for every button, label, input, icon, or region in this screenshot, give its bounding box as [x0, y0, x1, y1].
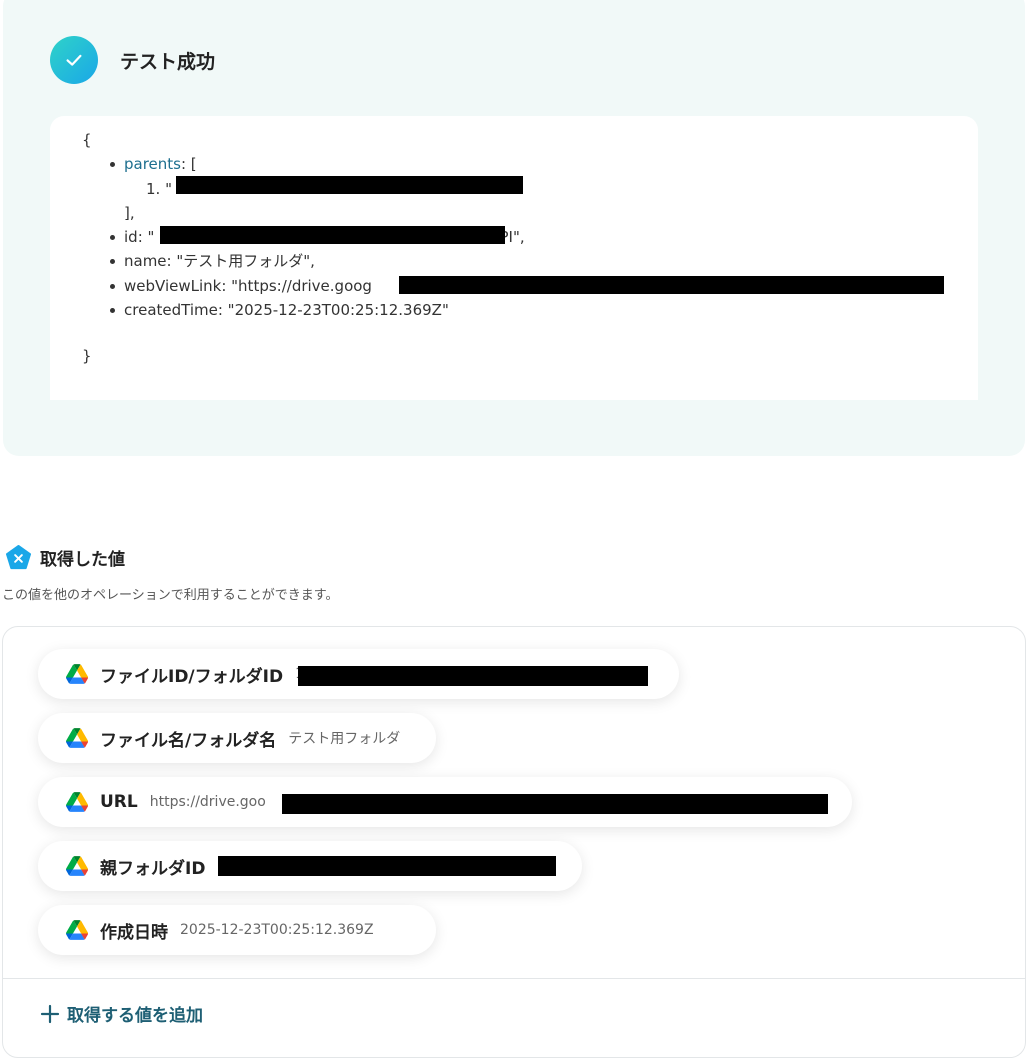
google-drive-icon [66, 920, 88, 940]
redaction-bar [160, 226, 505, 244]
json-parent-item-prefix: " [165, 180, 172, 198]
bullet [110, 235, 115, 240]
json-parents-close: ], [124, 204, 135, 222]
google-drive-icon [66, 792, 88, 812]
value-chip-value: 2025-12-23T00:25:12.369Z [180, 922, 374, 938]
json-output-card: { parents: [ 1. "" ], id: "/PI", name: "… [50, 116, 978, 400]
divider [3, 978, 1025, 979]
json-weblink-prefix: webViewLink: "https://drive.goog [124, 277, 372, 295]
value-chip-label: URL [100, 792, 138, 812]
plus-icon [40, 1004, 60, 1023]
bullet [110, 284, 115, 289]
json-created-line: createdTime: "2025-12-23T00:25:12.369Z" [124, 301, 449, 319]
bullet [110, 259, 115, 264]
json-close-brace: } [82, 347, 92, 365]
redaction-bar [218, 856, 556, 876]
redaction-bar [176, 176, 523, 194]
google-drive-icon [66, 728, 88, 748]
value-chip-value: テスト用フォルダ [288, 731, 401, 747]
check-circle-icon [50, 36, 98, 84]
json-parents-open: : [ [180, 155, 197, 173]
pentagon-x-icon [5, 544, 32, 570]
value-chip-created-time[interactable]: 作成日時 2025-12-23T00:25:12.369Z [38, 905, 436, 955]
test-status-title: テスト成功 [120, 50, 216, 73]
value-chip-value: https://drive.goo [149, 794, 266, 810]
test-result-panel: テスト成功 { parents: [ 1. "" ], id: "/PI", n… [3, 0, 1025, 456]
value-chip-label: ファイルID/フォルダID [100, 666, 284, 687]
json-id-prefix: id: " [124, 228, 155, 246]
json-name-line: name: "テスト用フォルダ", [124, 252, 315, 270]
json-open-brace: { [82, 131, 92, 149]
redaction-bar [399, 276, 944, 294]
value-chip-label: 作成日時 [100, 922, 168, 943]
values-section-header: 取得した値 [5, 544, 125, 571]
values-section-description: この値を他のオペレーションで利用することができます。 [2, 588, 339, 603]
json-parent-item-num: 1. [146, 180, 161, 198]
value-chip-label: 親フォルダID [100, 858, 206, 879]
bullet [110, 162, 115, 167]
add-value-label: 取得する値を追加 [67, 1006, 203, 1026]
value-chip-url[interactable]: URL https://drive.goo [38, 777, 852, 827]
bullet [110, 308, 115, 313]
json-parents-key: parents [124, 155, 181, 173]
values-list-box: ファイルID/フォルダID 1 ファイル名/フォルダ名 テスト用フォルダ URL… [2, 626, 1026, 1058]
redaction-bar [298, 666, 648, 686]
google-drive-icon [66, 664, 88, 684]
values-section-title: 取得した値 [40, 550, 125, 570]
add-value-button[interactable]: 取得する値を追加 [39, 1001, 203, 1026]
value-chip-file-id[interactable]: ファイルID/フォルダID 1 [38, 649, 679, 699]
redaction-bar [282, 794, 828, 814]
value-chip-file-name[interactable]: ファイル名/フォルダ名 テスト用フォルダ [38, 713, 436, 763]
test-status: テスト成功 [50, 36, 215, 84]
value-chip-label: ファイル名/フォルダ名 [100, 730, 277, 751]
json-parents-line: parents: [ [124, 154, 197, 174]
value-chip-parent-folder-id[interactable]: 親フォルダID [38, 841, 582, 891]
google-drive-icon [66, 856, 88, 876]
